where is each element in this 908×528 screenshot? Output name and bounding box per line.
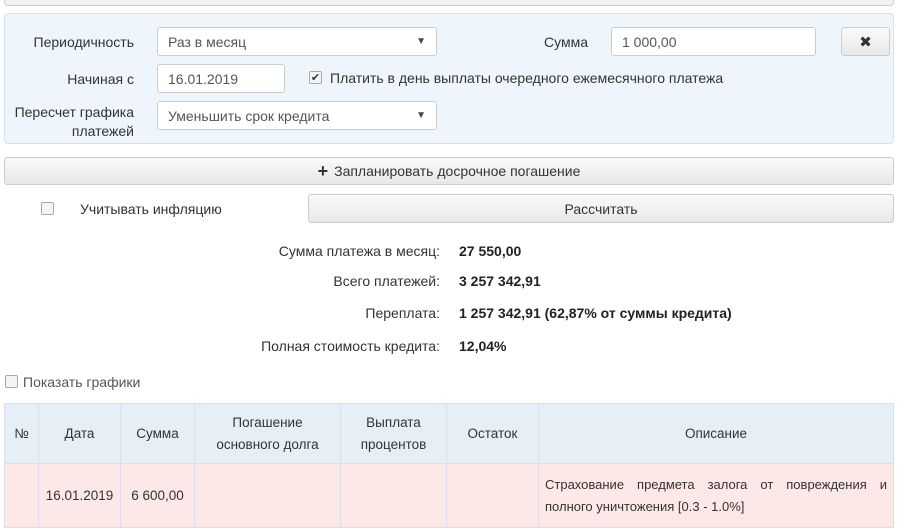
start-date-input[interactable]: 16.01.2019 [157, 64, 285, 93]
cell-interest [340, 463, 447, 528]
remove-button[interactable]: ✖ [841, 27, 890, 56]
close-icon: ✖ [859, 33, 872, 51]
result-label: Полная стоимость кредита: [261, 338, 440, 354]
pay-on-day-label: Платить в день выплаты очередного ежемес… [330, 70, 724, 86]
periodicity-value: Раз в месяц [168, 33, 247, 50]
schedule-repayment-button[interactable]: + Запланировать досрочное погашение [4, 157, 894, 185]
calculate-button[interactable]: Рассчитать [308, 194, 894, 223]
periodicity-select[interactable]: Раз в месяц ▼ [157, 27, 437, 56]
col-date: Дата [38, 403, 121, 464]
inflation-checkbox[interactable] [41, 202, 54, 215]
cell-principal [194, 463, 341, 528]
check-icon: ✔ [310, 72, 321, 84]
recalc-label-line2: платежей [71, 123, 134, 139]
col-balance: Остаток [446, 403, 539, 464]
chevron-down-icon: ▼ [416, 36, 426, 47]
recalc-label: Пересчет графика платежей [0, 103, 134, 141]
col-description: Описание [538, 403, 894, 464]
cell-description: Страхование предмета залога от поврежден… [538, 463, 894, 528]
result-value: 1 257 342,91 (62,87% от суммы кредита) [459, 305, 732, 321]
sum-input[interactable]: 1 000,00 [611, 27, 816, 56]
table-header-row: № Дата Сумма Погашение основного долга В… [4, 403, 894, 464]
result-value: 12,04% [459, 338, 507, 354]
result-value: 3 257 342,91 [459, 273, 541, 289]
cell-date: 16.01.2019 [38, 463, 121, 528]
show-charts-checkbox[interactable] [5, 375, 18, 388]
plus-icon: + [317, 160, 329, 181]
result-label: Сумма платежа в месяц: [278, 243, 440, 259]
col-principal: Погашение основного долга [194, 403, 341, 464]
payment-schedule-table: № Дата Сумма Погашение основного долга В… [4, 403, 894, 528]
result-label: Переплата: [365, 305, 440, 321]
col-num: № [4, 403, 39, 464]
col-sum: Сумма [120, 403, 195, 464]
cell-num [4, 463, 39, 528]
sum-label: Сумма [544, 34, 588, 50]
start-label: Начиная с [67, 71, 134, 87]
col-interest: Выплата процентов [340, 403, 447, 464]
cell-sum: 6 600,00 [120, 463, 195, 528]
inflation-label: Учитывать инфляцию [80, 201, 222, 217]
schedule-repayment-label: Запланировать досрочное погашение [334, 163, 581, 179]
pay-on-day-checkbox[interactable]: ✔ [309, 71, 322, 84]
table-row: 16.01.2019 6 600,00 Страхование предмета… [4, 463, 894, 528]
result-label: Всего платежей: [333, 273, 440, 289]
chevron-down-icon: ▼ [416, 110, 426, 121]
cell-balance [446, 463, 539, 528]
recalc-value: Уменьшить срок кредита [168, 107, 330, 124]
recalc-select[interactable]: Уменьшить срок кредита ▼ [157, 101, 437, 130]
recalc-label-line1: Пересчет графика [14, 104, 134, 120]
show-charts-label: Показать графики [23, 374, 141, 390]
result-value: 27 550,00 [459, 243, 522, 259]
top-bar [4, 0, 894, 6]
periodicity-label: Периодичность [33, 34, 134, 50]
